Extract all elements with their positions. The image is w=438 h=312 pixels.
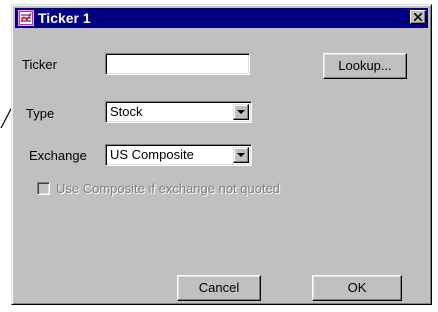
exchange-select[interactable]: US Composite — [105, 144, 252, 166]
ticker-input[interactable] — [105, 53, 250, 75]
type-label: Type — [26, 106, 55, 121]
close-button[interactable] — [410, 10, 426, 24]
type-dropdown-button[interactable] — [233, 104, 249, 120]
composite-checkbox[interactable] — [37, 182, 50, 195]
chevron-down-icon — [237, 153, 245, 157]
close-icon — [414, 13, 422, 21]
composite-checkbox-label: Use Composite if exchange not quoted — [56, 181, 281, 196]
exchange-label: Exchange — [29, 148, 87, 163]
chevron-down-icon — [237, 110, 245, 114]
exchange-dropdown-button[interactable] — [233, 147, 249, 163]
type-select-value: Stock — [110, 104, 143, 119]
ticker-chart-icon — [18, 10, 34, 26]
title-bar[interactable]: Ticker 1 — [15, 8, 428, 28]
window-title: Ticker 1 — [38, 10, 91, 26]
ok-button[interactable]: OK — [312, 275, 402, 301]
cancel-button[interactable]: Cancel — [177, 275, 261, 301]
exchange-select-value: US Composite — [110, 147, 194, 162]
lookup-button[interactable]: Lookup... — [323, 53, 407, 79]
ticker-label: Ticker — [22, 57, 57, 72]
type-select[interactable]: Stock — [105, 101, 252, 123]
ticker-dialog: Ticker 1 Ticker Lookup... Type Stock Exc… — [11, 4, 432, 305]
